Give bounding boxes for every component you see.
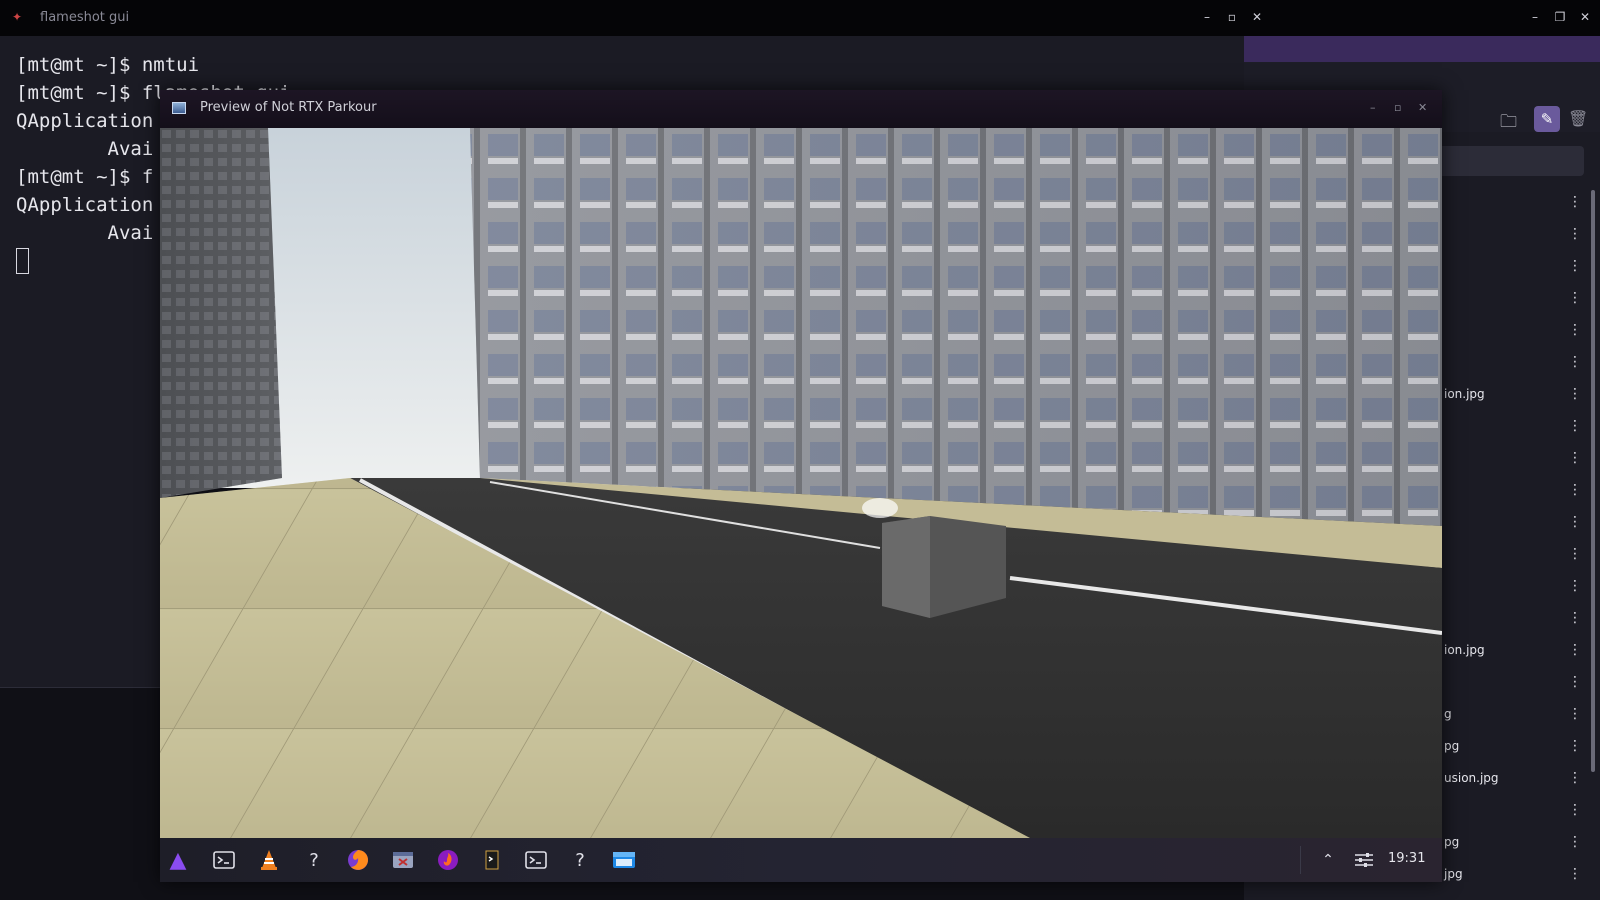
file-row-label[interactable]: g — [1444, 707, 1452, 721]
edit-icon[interactable]: ✎ — [1534, 106, 1560, 132]
terminal-line: Avai — [16, 138, 154, 160]
more-options-icon[interactable]: ⋮ — [1568, 642, 1582, 658]
more-options-icon[interactable]: ⋮ — [1568, 706, 1582, 722]
panel-header-strip — [1244, 36, 1600, 62]
unknown-app-icon-2[interactable]: ? — [566, 846, 594, 874]
more-options-icon[interactable]: ⋮ — [1568, 290, 1582, 306]
taskbar-clock[interactable]: 19:31 — [1388, 851, 1425, 866]
close-icon[interactable]: ✕ — [1418, 101, 1427, 114]
terminal-line: Avai — [16, 222, 154, 244]
more-options-icon[interactable]: ⋮ — [1568, 354, 1582, 370]
terminal-line: [mt@mt ~]$ nmtui — [16, 54, 200, 76]
settings-sliders-icon[interactable] — [1350, 846, 1378, 874]
more-options-icon[interactable]: ⋮ — [1568, 834, 1582, 850]
preview-window[interactable]: Preview of Not RTX Parkour – ▫ ✕ ▲ ? ? ⌃… — [160, 90, 1442, 882]
file-row-label[interactable]: pg — [1444, 835, 1459, 849]
game-icon[interactable] — [478, 846, 506, 874]
more-options-icon[interactable]: ⋮ — [1568, 610, 1582, 626]
more-options-icon[interactable]: ⋮ — [1568, 322, 1582, 338]
file-row-label[interactable]: jpg — [1444, 867, 1463, 881]
close-icon[interactable]: ✕ — [1250, 10, 1264, 24]
more-options-icon[interactable]: ⋮ — [1568, 194, 1582, 210]
more-options-icon[interactable]: ⋮ — [1568, 802, 1582, 818]
more-options-icon[interactable]: ⋮ — [1568, 386, 1582, 402]
taskbar-separator — [1300, 846, 1301, 874]
terminal-cursor — [16, 248, 29, 274]
minimize-icon[interactable]: – — [1370, 101, 1376, 114]
more-options-icon[interactable]: ⋮ — [1568, 418, 1582, 434]
more-options-icon[interactable]: ⋮ — [1568, 546, 1582, 562]
window-icon — [172, 102, 186, 114]
app-launcher-icon[interactable]: ▲ — [164, 846, 192, 874]
window-app-icon[interactable] — [389, 846, 417, 874]
folder-icon[interactable]: 🗀 — [1500, 109, 1517, 138]
scrollbar[interactable] — [1591, 190, 1595, 772]
game-scene[interactable] — [160, 128, 1442, 838]
trash-icon[interactable]: 🗑 — [1568, 109, 1588, 128]
more-options-icon[interactable]: ⋮ — [1568, 482, 1582, 498]
more-options-icon[interactable]: ⋮ — [1568, 226, 1582, 242]
minimize-icon[interactable]: – — [1200, 10, 1214, 24]
more-options-icon[interactable]: ⋮ — [1568, 866, 1582, 882]
game-viewport — [160, 128, 1442, 838]
more-options-icon[interactable]: ⋮ — [1568, 578, 1582, 594]
flameshot-app-icon: ✦ — [12, 10, 23, 24]
file-row-label[interactable]: ion.jpg — [1444, 643, 1485, 657]
unknown-app-icon[interactable]: ? — [300, 846, 328, 874]
vlc-icon[interactable] — [255, 846, 283, 874]
chevron-up-icon[interactable]: ⌃ — [1314, 846, 1342, 874]
more-options-icon[interactable]: ⋮ — [1568, 770, 1582, 786]
terminal-line: QApplication — [16, 110, 154, 132]
close-icon-2[interactable]: ✕ — [1578, 10, 1592, 24]
more-options-icon[interactable]: ⋮ — [1568, 258, 1582, 274]
file-row-label[interactable]: ion.jpg — [1444, 387, 1485, 401]
terminal-icon[interactable] — [210, 846, 238, 874]
taskbar: ▲ ? ? ⌃ 19:31 — [160, 838, 1442, 882]
terminal-window-title: flameshot gui — [40, 10, 130, 25]
maximize-icon[interactable]: ▫ — [1394, 101, 1401, 114]
preview-window-title: Preview of Not RTX Parkour — [200, 100, 377, 115]
restore-icon[interactable]: ❐ — [1553, 10, 1567, 24]
terminal-title-bar[interactable]: ✦ flameshot gui – ▫ ✕ – ❐ ✕ — [0, 0, 1600, 36]
file-row-label[interactable]: usion.jpg — [1444, 771, 1499, 785]
maximize-icon[interactable]: ▫ — [1225, 10, 1239, 24]
more-options-icon[interactable]: ⋮ — [1568, 738, 1582, 754]
firefox-dev-icon[interactable] — [434, 846, 462, 874]
file-manager-icon[interactable] — [610, 846, 638, 874]
terminal-line: [mt@mt ~]$ f — [16, 166, 154, 188]
terminal-line: QApplication — [16, 194, 154, 216]
firefox-icon[interactable] — [344, 846, 372, 874]
more-options-icon[interactable]: ⋮ — [1568, 674, 1582, 690]
file-row-label[interactable]: pg — [1444, 739, 1459, 753]
terminal-icon-2[interactable] — [522, 846, 550, 874]
preview-title-bar[interactable]: Preview of Not RTX Parkour – ▫ ✕ — [160, 90, 1442, 128]
more-options-icon[interactable]: ⋮ — [1568, 450, 1582, 466]
minimize-icon-2[interactable]: – — [1528, 10, 1542, 24]
more-options-icon[interactable]: ⋮ — [1568, 514, 1582, 530]
